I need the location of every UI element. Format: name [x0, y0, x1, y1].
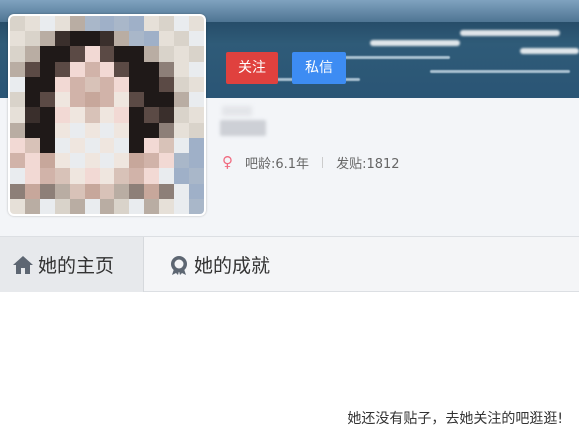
- empty-posts-message: 她还没有贴子，去她关注的吧逛逛!: [347, 411, 563, 427]
- tab-achievements[interactable]: 她的成就: [144, 237, 324, 292]
- female-icon: ♀: [222, 153, 233, 171]
- profile-tabs: 她的主页 她的成就: [0, 236, 579, 292]
- avatar-image: [10, 16, 204, 214]
- username-blurred: [220, 120, 266, 136]
- profile-page: 关注 私信 ♀ 吧龄:6.1年 发贴:1812 她的主页 她的成就 她还没有贴子…: [0, 0, 579, 438]
- profile-stats: ♀ 吧龄:6.1年 发贴:1812: [222, 152, 400, 172]
- medal-icon: [171, 255, 187, 275]
- tab-home-label: 她的主页: [38, 255, 115, 277]
- avatar[interactable]: [8, 14, 206, 216]
- divider: [322, 156, 324, 168]
- tab-home[interactable]: 她的主页: [0, 237, 144, 292]
- message-button[interactable]: 私信: [292, 52, 346, 84]
- post-count: 发贴:1812: [336, 156, 400, 172]
- tab-achievements-label: 她的成就: [194, 255, 271, 277]
- home-icon: [13, 255, 33, 274]
- username-blurred-top: [222, 106, 252, 116]
- follow-button[interactable]: 关注: [226, 52, 278, 84]
- bar-age: 吧龄:6.1年: [245, 156, 310, 172]
